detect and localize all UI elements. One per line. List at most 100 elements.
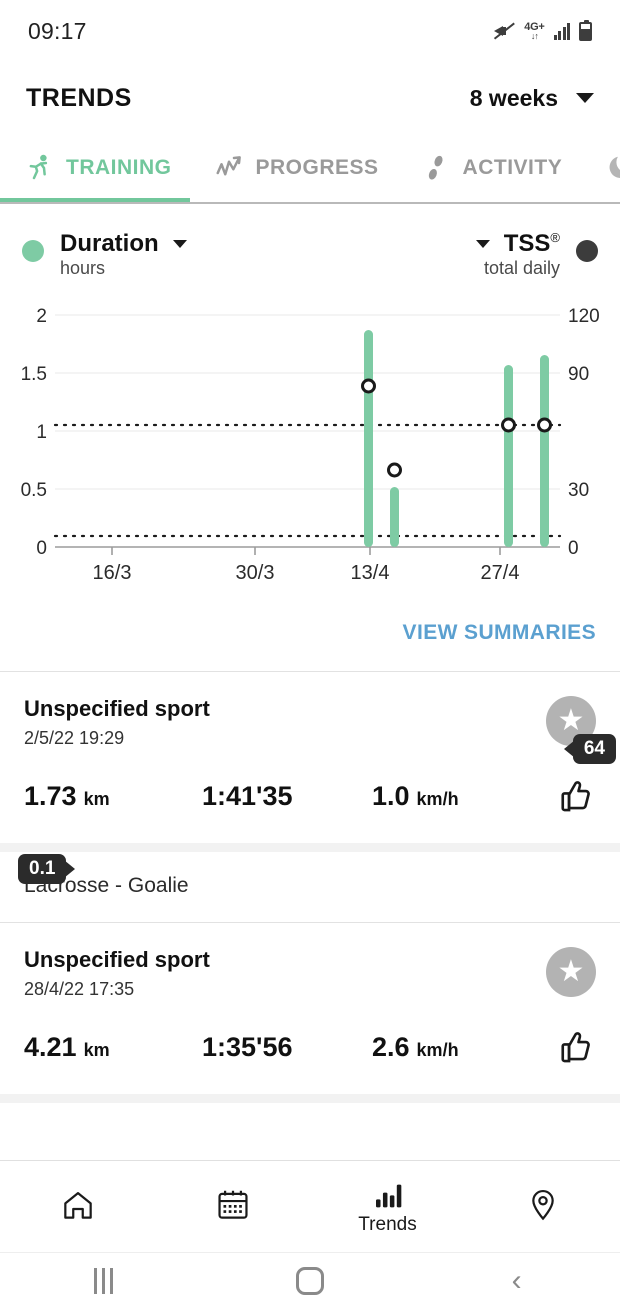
activity-distance: 1.73 km	[24, 781, 202, 812]
bar-duration-3[interactable]	[540, 355, 549, 547]
point-tss-3[interactable]	[537, 417, 552, 433]
chevron-down-icon[interactable]	[475, 240, 490, 248]
tab-bar: TRAINING PROGRESS ACTIVITY	[0, 134, 620, 204]
trends-chart[interactable]: 2 1.5 1 0.5 0 120 90 30 0 16/3 30/3 13/4…	[0, 297, 620, 884]
bar-duration-2[interactable]	[504, 365, 513, 547]
x-tick-0: 16/3	[93, 562, 132, 584]
activity-duration: 1:41'35	[202, 781, 372, 812]
x-tick-1: 30/3	[236, 562, 275, 584]
activity-name: Unspecified sport	[24, 947, 210, 972]
nav-item-calendar[interactable]	[158, 1186, 308, 1228]
scatter-series-tss	[361, 378, 552, 478]
active-tab-indicator	[0, 198, 190, 202]
chevron-down-icon[interactable]	[172, 240, 187, 248]
mute-icon	[493, 20, 516, 42]
metric-selectors: Duration hours TSS® total daily	[0, 204, 620, 279]
y2-tick-30: 30	[568, 480, 589, 501]
app-header: TRENDS 8 weeks	[0, 62, 620, 134]
running-icon	[29, 154, 48, 180]
activity-speed: 2.6 km/h	[372, 1032, 554, 1063]
distance-value: 1.73	[24, 780, 77, 811]
period-selector[interactable]: 8 weeks	[470, 85, 594, 112]
y2-tick-90: 90	[568, 364, 589, 385]
trademark-symbol: ®	[550, 230, 560, 245]
activity-name: Unspecified sport	[24, 696, 210, 721]
metric-left-name: Duration	[60, 230, 159, 257]
location-pin-icon	[531, 1189, 554, 1220]
nav-item-location[interactable]	[468, 1186, 618, 1228]
bar-duration-1[interactable]	[390, 487, 399, 547]
status-bar: 09:17 4G+ ↓↑	[0, 0, 620, 62]
activity-subtitle-row[interactable]: Lacrosse - Goalie	[0, 852, 620, 922]
x-tick-3: 27/4	[481, 562, 520, 584]
tab-activity[interactable]: ACTIVITY	[379, 134, 563, 202]
calendar-icon	[217, 1190, 248, 1219]
chevron-down-icon	[576, 93, 594, 103]
status-icons: 4G+ ↓↑	[493, 19, 592, 42]
chart-canvas: 2 1.5 1 0.5 0 120 90 30 0 16/3 30/3 13/4…	[21, 306, 600, 584]
status-time: 09:17	[28, 17, 87, 44]
speed-value: 2.6	[372, 1031, 410, 1062]
threshold-badge-duration: 0.1	[18, 854, 67, 884]
android-back-button[interactable]: ‹	[457, 1266, 577, 1296]
bar-series-duration	[364, 330, 549, 547]
android-navigation-bar: ‹	[0, 1252, 620, 1309]
threshold-badge-tss: 64	[572, 734, 616, 764]
activity-speed: 1.0 km/h	[372, 781, 554, 812]
battery-icon	[579, 19, 592, 41]
metric-left[interactable]: Duration hours	[22, 230, 187, 279]
y-tick-1: 1	[36, 422, 47, 443]
section-gap	[0, 843, 620, 852]
moon-icon	[609, 156, 620, 178]
home-icon	[63, 1191, 92, 1219]
activity-row[interactable]: Unspecified sport 28/4/22 17:35 ★ 4.21 k…	[0, 923, 620, 1094]
activity-date: 2/5/22 19:29	[24, 728, 125, 748]
tab-training-label: TRAINING	[66, 156, 172, 179]
signal-icon	[553, 22, 570, 40]
bar-chart-icon	[375, 1184, 401, 1207]
trend-up-icon	[216, 156, 241, 176]
period-label: 8 weeks	[469, 84, 558, 111]
star-icon[interactable]: ★	[546, 947, 596, 997]
network-arrows: ↓↑	[530, 30, 539, 41]
y-tick-2: 2	[36, 306, 47, 327]
y-tick-0_5: 0.5	[21, 480, 47, 501]
thumbs-up-icon[interactable]	[554, 1026, 596, 1068]
thumbs-up-icon[interactable]	[554, 775, 596, 817]
activity-distance: 4.21 km	[24, 1032, 202, 1063]
network-4g-plus-icon: 4G+ ↓↑	[524, 21, 545, 41]
duration-value: 1:41'35	[202, 780, 293, 811]
metric-right[interactable]: TSS® total daily	[475, 230, 598, 279]
android-home-button[interactable]	[250, 1267, 370, 1295]
home-icon	[295, 1267, 324, 1295]
legend-dot-duration	[22, 240, 44, 262]
nav-item-home[interactable]	[3, 1186, 153, 1228]
point-tss-1[interactable]	[387, 462, 402, 478]
tab-progress[interactable]: PROGRESS	[172, 134, 379, 202]
distance-value: 4.21	[24, 1031, 77, 1062]
metric-right-name: TSS	[503, 230, 551, 257]
page-title: TRENDS	[26, 83, 132, 112]
x-tick-2: 13/4	[351, 562, 390, 584]
metric-left-unit: hours	[60, 258, 106, 278]
activity-row[interactable]: Unspecified sport 2/5/22 19:29 ★ 1.73 km…	[0, 672, 620, 843]
tab-training[interactable]: TRAINING	[0, 134, 172, 202]
bar-duration-0[interactable]	[364, 330, 373, 547]
android-recents-button[interactable]	[43, 1268, 163, 1294]
speed-unit: km/h	[416, 1039, 459, 1060]
tab-sleep[interactable]	[562, 134, 620, 202]
nav-item-trends[interactable]: Trends	[313, 1178, 463, 1236]
point-tss-0[interactable]	[361, 378, 376, 394]
activity-date: 28/4/22 17:35	[24, 979, 135, 999]
point-tss-2[interactable]	[501, 417, 516, 433]
y2-tick-0: 0	[568, 538, 579, 559]
distance-unit: km	[83, 788, 110, 809]
duration-value: 1:35'56	[202, 1031, 293, 1062]
y-tick-0: 0	[36, 538, 47, 559]
recents-icon	[93, 1268, 113, 1294]
nav-trends-label: Trends	[358, 1213, 417, 1235]
view-summaries-link[interactable]: VIEW SUMMARIES	[403, 621, 596, 644]
y-tick-1_5: 1.5	[21, 364, 47, 385]
footsteps-icon	[428, 155, 443, 180]
bottom-navigation: Trends	[0, 1160, 620, 1252]
